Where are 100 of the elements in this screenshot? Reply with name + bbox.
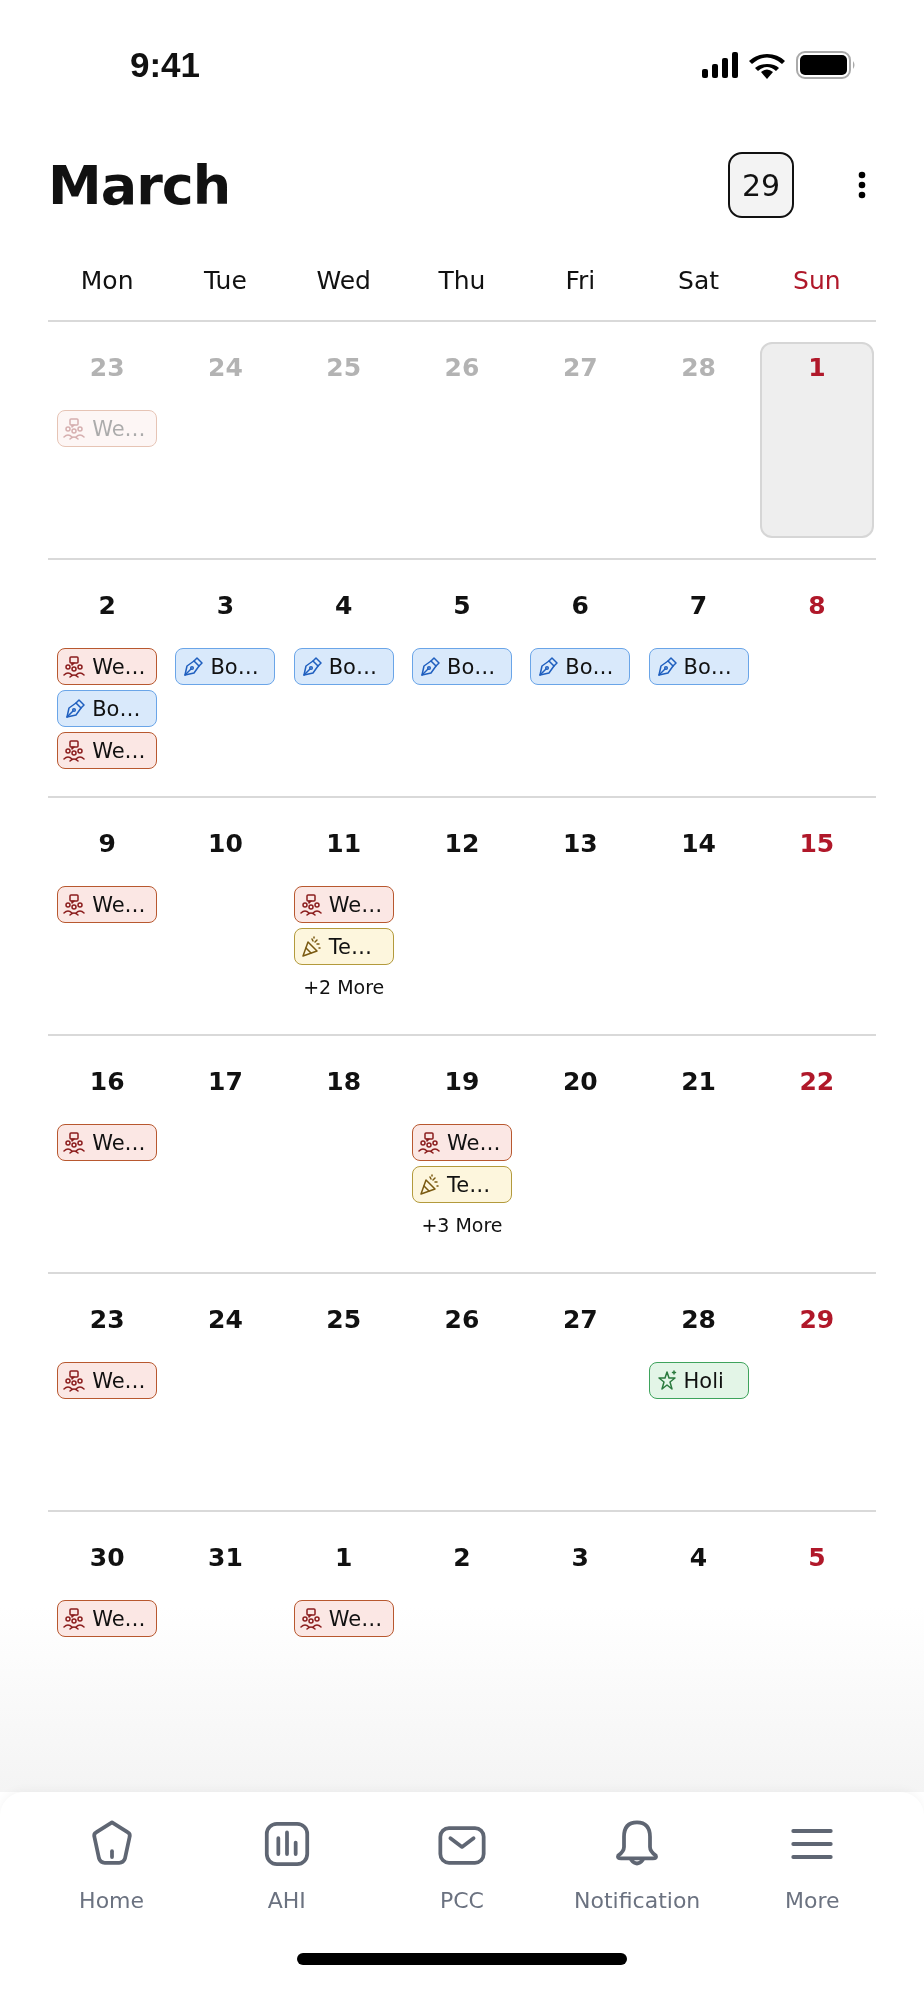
event-title: We… <box>328 1606 383 1631</box>
day-number[interactable]: 27 <box>562 1300 598 1340</box>
event-chip[interactable]: We… <box>293 1600 394 1637</box>
day-number[interactable]: 28 <box>681 1300 716 1340</box>
weekday-label: Mon <box>80 265 134 295</box>
event-chip[interactable]: Te… <box>412 1166 512 1203</box>
event-chip[interactable]: Bo… <box>57 690 158 727</box>
pen-nib-icon <box>63 697 86 720</box>
more-events-link[interactable]: +3 More <box>421 1214 503 1236</box>
day-number[interactable]: 20 <box>562 1062 598 1102</box>
event-title: We… <box>92 416 146 441</box>
event-chip[interactable]: Bo… <box>175 648 276 685</box>
status-time: 9:41 <box>130 45 201 85</box>
day-number[interactable]: 24 <box>208 1300 243 1340</box>
day-number[interactable]: 14 <box>681 824 716 864</box>
day-number[interactable]: 25 <box>326 1300 362 1340</box>
day-number[interactable]: 5 <box>808 1538 826 1578</box>
day-number[interactable]: 1 <box>335 1538 353 1578</box>
event-title: Bo… <box>328 654 377 679</box>
tab-bar-item[interactable]: PCC <box>374 1818 550 1913</box>
event-title: Te… <box>447 1172 491 1197</box>
day-number[interactable]: 21 <box>681 1062 716 1102</box>
group-chat-icon <box>299 893 322 916</box>
event-chip[interactable]: We… <box>57 886 158 923</box>
event-chip[interactable]: We… <box>57 1124 158 1161</box>
day-number[interactable]: 29 <box>799 1300 835 1340</box>
day-number[interactable]: 16 <box>89 1062 125 1102</box>
day-number[interactable]: 8 <box>808 586 826 626</box>
event-chip[interactable]: We… <box>293 886 394 923</box>
day-number[interactable]: 3 <box>216 586 235 626</box>
party-popper-icon <box>418 1173 440 1196</box>
event-title: We… <box>92 1606 146 1631</box>
day-number[interactable]: 30 <box>89 1538 125 1578</box>
day-number[interactable]: 5 <box>453 586 471 626</box>
event-title: Holi <box>683 1368 724 1393</box>
group-chat-icon <box>63 417 86 440</box>
event-title: We… <box>328 892 383 917</box>
group-chat-icon <box>63 655 86 678</box>
tab-bar-item[interactable]: More <box>724 1818 900 1913</box>
today-button[interactable]: 29 <box>728 152 794 218</box>
event-title: Bo… <box>447 654 496 679</box>
month-title: March <box>48 153 232 217</box>
day-number[interactable]: 17 <box>208 1062 243 1102</box>
day-number[interactable]: 6 <box>571 586 589 626</box>
day-number[interactable]: 18 <box>326 1062 362 1102</box>
event-title: Bo… <box>210 654 259 679</box>
party-popper-icon <box>299 935 322 958</box>
pen-nib-icon <box>418 655 440 678</box>
weekday-label: Sun <box>793 265 841 295</box>
event-title: We… <box>92 738 146 763</box>
day-number[interactable]: 3 <box>571 1538 589 1578</box>
day-number[interactable]: 26 <box>444 1300 480 1340</box>
tab-bar-item[interactable]: AHI <box>199 1818 375 1913</box>
event-chip[interactable]: We… <box>57 1600 158 1637</box>
event-chip[interactable]: Bo… <box>412 648 512 685</box>
wifi-icon <box>748 51 786 79</box>
event-title: Bo… <box>92 696 141 721</box>
tab-bar-item[interactable]: Home <box>24 1818 200 1913</box>
day-number[interactable]: 7 <box>689 586 708 626</box>
event-chip[interactable]: We… <box>57 732 158 769</box>
day-number[interactable]: 15 <box>799 824 835 864</box>
group-chat-icon <box>63 1607 86 1630</box>
day-number[interactable]: 13 <box>562 824 598 864</box>
day-number[interactable]: 10 <box>208 824 243 864</box>
day-number[interactable]: 4 <box>335 586 353 626</box>
group-chat-icon <box>63 893 86 916</box>
event-title: We… <box>92 892 146 917</box>
day-number[interactable]: 11 <box>326 824 362 864</box>
more-events-link[interactable]: +2 More <box>303 976 385 998</box>
day-number[interactable]: 22 <box>799 1062 835 1102</box>
group-chat-icon <box>418 1131 440 1154</box>
weekday-label: Wed <box>316 265 371 295</box>
event-chip[interactable]: We… <box>57 648 158 685</box>
event-chip[interactable]: Te… <box>293 928 394 965</box>
event-chip[interactable]: We… <box>412 1124 512 1161</box>
day-number[interactable]: 2 <box>98 586 116 626</box>
day-number[interactable]: 31 <box>208 1538 243 1578</box>
tab-bar-item[interactable]: Notification <box>549 1818 725 1913</box>
weekday-label: Tue <box>204 265 247 295</box>
event-title: We… <box>92 1368 146 1393</box>
weekday-label: Sat <box>678 265 720 295</box>
pen-nib-icon <box>181 655 204 678</box>
tab-label: More <box>785 1888 840 1913</box>
day-number[interactable]: 23 <box>89 1300 125 1340</box>
day-number[interactable]: 9 <box>98 824 116 864</box>
event-chip[interactable]: Bo… <box>648 648 749 685</box>
event-title: We… <box>92 1130 146 1155</box>
day-number[interactable]: 1 <box>808 348 826 388</box>
day-number[interactable]: 2 <box>453 1538 471 1578</box>
day-number[interactable]: 12 <box>444 824 480 864</box>
event-chip[interactable]: Bo… <box>293 648 394 685</box>
event-chip[interactable]: Holi <box>648 1362 749 1399</box>
signal-icon <box>702 52 738 78</box>
event-chip[interactable]: We… <box>57 1362 158 1399</box>
event-title: Bo… <box>565 654 614 679</box>
event-chip[interactable]: Bo… <box>530 648 631 685</box>
day-number[interactable]: 4 <box>689 1538 708 1578</box>
group-chat-icon <box>299 1607 322 1630</box>
weekday-label: Fri <box>565 265 596 295</box>
day-number[interactable]: 19 <box>444 1062 480 1102</box>
